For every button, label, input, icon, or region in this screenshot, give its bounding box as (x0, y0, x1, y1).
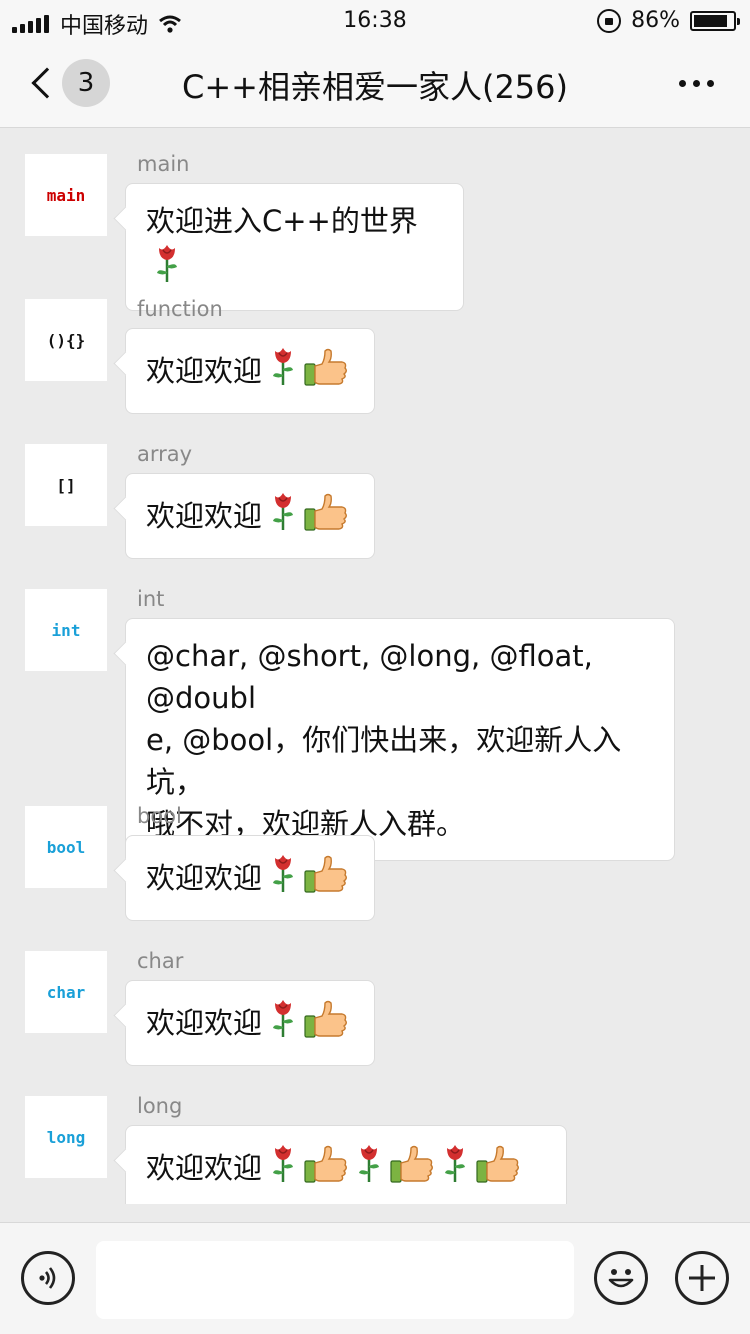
sender-name: array (137, 442, 193, 466)
avatar-text: (){} (46, 330, 86, 350)
message-input[interactable] (96, 1241, 574, 1319)
sender-name: main (137, 152, 190, 176)
message-text: 欢迎进入C++的世界 (146, 204, 418, 238)
chat-area[interactable]: main main 欢迎进入C++的世界 (){} function 欢迎欢迎 … (0, 129, 750, 1204)
message-text: 欢迎欢迎 (146, 1151, 263, 1185)
input-bar (0, 1222, 750, 1334)
status-bar: 中国移动 16:38 86% (0, 0, 750, 40)
sender-name: long (137, 1094, 183, 1118)
rotation-lock-icon (597, 8, 622, 33)
chat-title: C++相亲相爱一家人(256) (181, 68, 569, 106)
avatar[interactable]: bool (25, 806, 107, 888)
message-bubble[interactable]: 欢迎进入C++的世界 (125, 183, 464, 311)
message-bubble[interactable]: 欢迎欢迎 (125, 473, 375, 559)
thumbs-up-icon (304, 347, 348, 398)
avatar-text: long (46, 1127, 86, 1147)
thumbs-up-icon (390, 1144, 434, 1195)
rose-icon (270, 997, 296, 1050)
avatar-text: bool (46, 837, 86, 857)
thumbs-up-icon (304, 492, 348, 543)
voice-icon (39, 1267, 56, 1289)
rose-icon (356, 1142, 382, 1195)
sender-name: char (137, 949, 184, 973)
avatar-text: [] (56, 475, 76, 495)
avatar[interactable]: [] (25, 444, 107, 526)
thumbs-up-icon (476, 1144, 520, 1195)
emoji-icon (608, 1269, 634, 1288)
message-bubble[interactable]: 欢迎欢迎 (125, 980, 375, 1066)
rose-icon (154, 242, 180, 295)
message-text-line: @char, @short, @long, @float, @doubl (146, 639, 593, 715)
avatar[interactable]: char (25, 951, 107, 1033)
message-text-line: e, @bool，你们快出来，欢迎新人入坑， (146, 723, 622, 799)
battery-percent: 86% (631, 8, 680, 33)
message-bubble[interactable]: 欢迎欢迎 (125, 835, 375, 921)
avatar[interactable]: int (25, 589, 107, 671)
rose-icon (270, 852, 296, 905)
avatar-text: main (46, 185, 86, 205)
sender-name: int (137, 587, 165, 611)
sender-name: bool (137, 804, 182, 828)
message-bubble[interactable]: 欢迎欢迎 (125, 1125, 567, 1204)
more-icon[interactable] (672, 80, 714, 87)
avatar-text: char (46, 982, 86, 1002)
rose-icon (442, 1142, 468, 1195)
avatar[interactable]: main (25, 154, 107, 236)
rose-icon (270, 1142, 296, 1195)
plus-button[interactable] (675, 1251, 729, 1305)
message-text: 欢迎欢迎 (146, 354, 263, 388)
voice-button[interactable] (21, 1251, 75, 1305)
rose-icon (270, 490, 296, 543)
rose-icon (270, 345, 296, 398)
thumbs-up-icon (304, 1144, 348, 1195)
avatar-text: int (51, 620, 81, 640)
message-bubble[interactable]: 欢迎欢迎 (125, 328, 375, 414)
message-text: 欢迎欢迎 (146, 1006, 263, 1040)
message-bubble[interactable]: @char, @short, @long, @float, @doubl e, … (125, 618, 675, 861)
sender-name: function (137, 297, 223, 321)
message-text: 欢迎欢迎 (146, 861, 263, 895)
thumbs-up-icon (304, 999, 348, 1050)
plus-icon (689, 1265, 715, 1291)
message-text: 欢迎欢迎 (146, 499, 263, 533)
battery-fill (694, 14, 727, 27)
emoji-button[interactable] (594, 1251, 648, 1305)
battery-icon (690, 10, 740, 31)
avatar[interactable]: long (25, 1096, 107, 1178)
nav-bar: 3 C++相亲相爱一家人(256) (0, 40, 750, 128)
avatar[interactable]: (){} (25, 299, 107, 381)
thumbs-up-icon (304, 854, 348, 905)
status-right: 86% (597, 8, 740, 33)
